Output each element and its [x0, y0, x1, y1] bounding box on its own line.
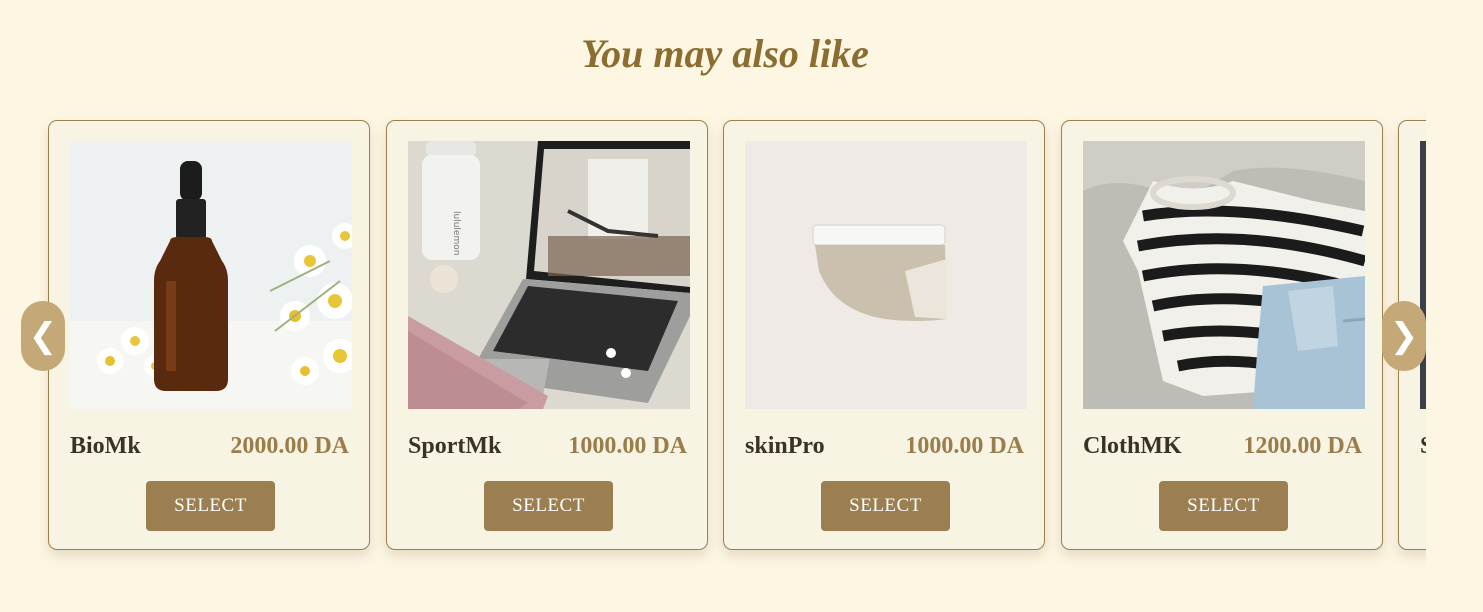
product-name[interactable]: BioMk: [70, 433, 141, 460]
section-title: You may also like: [581, 31, 869, 76]
product-price: 1000.00 DA: [905, 433, 1024, 459]
product-price: 1200.00 DA: [1243, 433, 1362, 459]
product-card[interactable]: BioMk 2000.00 DA SELECT: [48, 120, 370, 550]
related-products-section: You may also like BioMk 2000.00 DA SELEC…: [0, 0, 1483, 612]
product-card[interactable]: ClothMK 1200.00 DA SELECT: [1061, 120, 1383, 550]
product-image-laptop[interactable]: lululemon: [408, 141, 690, 409]
product-name[interactable]: S: [1420, 433, 1426, 460]
product-price: 2000.00 DA: [230, 433, 349, 459]
product-card[interactable]: skinPro 1000.00 DA SELECT: [723, 120, 1045, 550]
product-name[interactable]: skinPro: [745, 433, 825, 460]
product-image-serum[interactable]: [70, 141, 352, 409]
carousel-next-arrow-icon[interactable]: ❯: [1382, 301, 1426, 371]
product-image-sweater[interactable]: [1083, 141, 1365, 409]
carousel-prev-arrow-icon[interactable]: ❮: [21, 301, 65, 371]
product-card[interactable]: lululemon SportMk 1000.00 DA SELECT: [386, 120, 708, 550]
carousel-viewport: BioMk 2000.00 DA SELECT lululemon SportM…: [40, 112, 1426, 572]
product-name[interactable]: ClothMK: [1083, 433, 1182, 460]
svg-text:lululemon: lululemon: [451, 211, 461, 255]
select-button[interactable]: SELECT: [146, 481, 275, 531]
product-image-cream-jar[interactable]: [745, 141, 1027, 409]
product-name[interactable]: SportMk: [408, 433, 501, 460]
product-image-partial[interactable]: [1420, 141, 1426, 409]
select-button[interactable]: SELECT: [484, 481, 613, 531]
select-button[interactable]: SELECT: [1159, 481, 1288, 531]
select-button[interactable]: SELECT: [821, 481, 950, 531]
product-price: 1000.00 DA: [568, 433, 687, 459]
